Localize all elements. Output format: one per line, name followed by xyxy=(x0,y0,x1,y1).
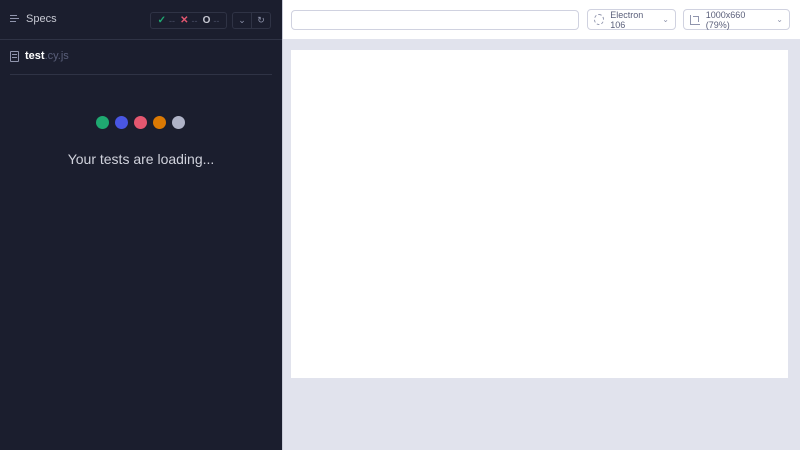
viewport-size: 1000x660 xyxy=(705,9,746,20)
specs-toggle[interactable]: Specs xyxy=(10,13,57,25)
pending-stat: O -- xyxy=(203,15,220,26)
viewport-icon xyxy=(690,14,700,25)
stats-summary: ✓ -- ✕ -- O -- xyxy=(150,12,227,29)
zoom-level: (79%) xyxy=(705,19,730,30)
spec-file-row[interactable]: test.cy.js xyxy=(10,50,69,62)
browser-label: Electron 106 xyxy=(610,9,644,30)
failed-count: -- xyxy=(191,15,198,26)
spec-file-extension: .cy.js xyxy=(44,50,69,62)
rerun-button[interactable]: ↻ xyxy=(252,13,270,28)
app-preview-frame[interactable] xyxy=(291,50,788,378)
refresh-icon: ↻ xyxy=(257,15,265,25)
loading-dot-1 xyxy=(96,116,109,129)
loading-dot-3 xyxy=(134,116,147,129)
chevron-down-icon: ⌄ xyxy=(662,15,669,24)
reporter-header: Specs ✓ -- ✕ -- O -- ⌄ ↻ xyxy=(0,0,282,40)
pending-count: -- xyxy=(213,15,220,26)
document-icon xyxy=(10,50,19,62)
divider xyxy=(10,74,272,75)
viewport-info[interactable]: 1000x660 (79%) ⌄ xyxy=(683,9,790,30)
specs-label: Specs xyxy=(26,13,57,25)
run-controls: ⌄ ↻ xyxy=(232,12,271,29)
passed-count: -- xyxy=(168,15,175,26)
chevron-down-icon: ⌄ xyxy=(238,15,246,25)
electron-icon xyxy=(594,14,605,25)
browser-selector[interactable]: Electron 106 ⌄ xyxy=(587,9,676,30)
chevron-down-icon: ⌄ xyxy=(776,15,783,24)
loading-message: Your tests are loading... xyxy=(67,151,215,167)
loading-dot-2 xyxy=(115,116,128,129)
loading-dot-4 xyxy=(153,116,166,129)
loading-dots xyxy=(96,116,185,129)
loading-dot-5 xyxy=(172,116,185,129)
passed-stat: ✓ -- xyxy=(158,15,175,26)
failed-stat: ✕ -- xyxy=(180,15,197,26)
expand-button[interactable]: ⌄ xyxy=(233,13,252,28)
url-field[interactable] xyxy=(291,10,579,30)
reporter-panel: Specs ✓ -- ✕ -- O -- ⌄ ↻ test.cy.js Your… xyxy=(0,0,282,450)
specs-list-icon xyxy=(10,14,20,24)
failed-icon: ✕ xyxy=(180,15,189,26)
spec-file-name: test xyxy=(25,50,45,62)
panel-resize-handle[interactable] xyxy=(282,0,283,450)
pending-icon: O xyxy=(202,15,211,26)
passed-icon: ✓ xyxy=(157,15,166,26)
